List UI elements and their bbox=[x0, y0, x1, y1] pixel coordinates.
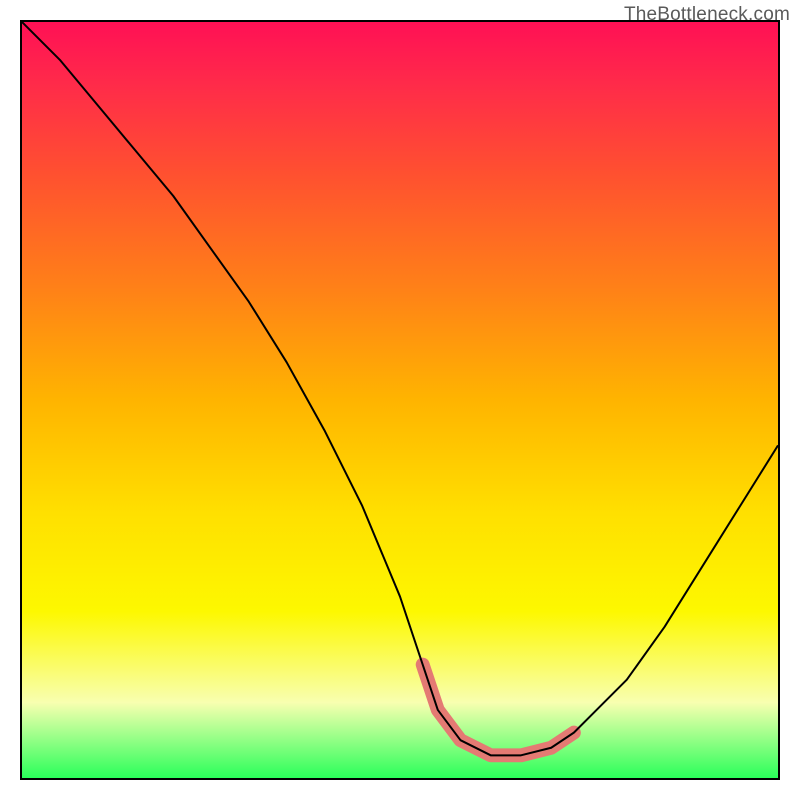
plot-area bbox=[20, 20, 780, 780]
gradient-background bbox=[22, 22, 778, 778]
watermark-text: TheBottleneck.com bbox=[624, 4, 790, 26]
chart-frame: TheBottleneck.com bbox=[0, 0, 800, 800]
